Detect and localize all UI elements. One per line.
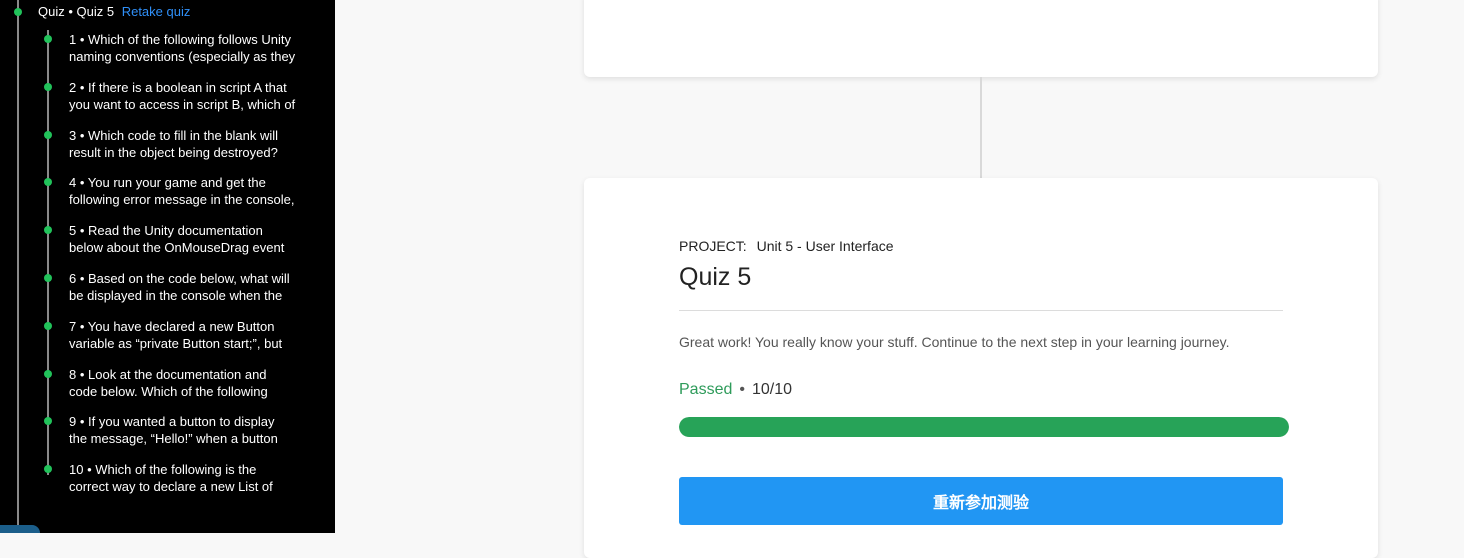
question-item-6[interactable]: 6 • Based on the code below, what will b…: [69, 270, 319, 304]
score-value: 10/10: [751, 381, 793, 398]
question-text-line: following error message in the console,: [69, 192, 295, 207]
question-text-line: the message, “Hello!” when a button: [69, 431, 278, 446]
timeline-line: [17, 0, 19, 533]
question-text-line: naming conventions (especially as they: [69, 49, 296, 64]
question-text-line: 9 • If you wanted a button to display: [69, 414, 275, 429]
project-label: PROJECT:: [679, 238, 747, 254]
question-text-line: variable as “private Button start;”, but: [69, 336, 283, 351]
question-text-line: 5 • Read the Unity documentation: [69, 223, 263, 238]
question-item-2[interactable]: 2 • If there is a boolean in script A th…: [69, 79, 319, 113]
question-status-dot: [44, 274, 52, 282]
quiz-header-label: Quiz • Quiz 5: [38, 4, 115, 19]
previous-step-card: [584, 0, 1378, 77]
question-status-dot: [44, 370, 52, 378]
question-text-line: 10 • Which of the following is the: [69, 462, 257, 477]
question-status-dot: [44, 131, 52, 139]
question-text-line: correct way to declare a new List of: [69, 479, 273, 494]
quiz-title: Quiz 5: [679, 263, 752, 291]
question-text-line: be displayed in the console when the: [69, 288, 283, 303]
quiz-status-dot: [14, 8, 22, 16]
question-text-line: result in the object being destroyed?: [69, 145, 278, 160]
question-text-line: 4 • You run your game and get the: [69, 175, 266, 190]
quiz-header: Quiz • Quiz 5 Retake quiz: [38, 4, 190, 20]
question-item-5[interactable]: 5 • Read the Unity documentation below a…: [69, 222, 319, 256]
question-status-dot: [44, 178, 52, 186]
sidebar-corner-badge: [0, 525, 40, 533]
question-item-3[interactable]: 3 • Which code to fill in the blank will…: [69, 127, 319, 161]
question-status-dot: [44, 226, 52, 234]
question-item-4[interactable]: 4 • You run your game and get the follow…: [69, 174, 319, 208]
title-divider: [679, 310, 1283, 311]
question-text-line: 7 • You have declared a new Button: [69, 319, 275, 334]
status-separator: •: [739, 381, 745, 398]
question-item-9[interactable]: 9 • If you wanted a button to display th…: [69, 413, 319, 447]
question-item-1[interactable]: 1 • Which of the following follows Unity…: [69, 31, 319, 65]
question-text-line: 3 • Which code to fill in the blank will: [69, 128, 279, 143]
retake-quiz-button[interactable]: 重新参加测验: [679, 477, 1283, 525]
question-text-line: 6 • Based on the code below, what will: [69, 271, 290, 286]
question-timeline-line: [47, 30, 49, 475]
question-status-dot: [44, 465, 52, 473]
question-text-line: code below. Which of the following: [69, 384, 268, 399]
question-status-dot: [44, 35, 52, 43]
question-item-8[interactable]: 8 • Look at the documentation and code b…: [69, 366, 319, 400]
question-item-10[interactable]: 10 • Which of the following is the corre…: [69, 461, 319, 495]
result-status-line: Passed • 10/10: [679, 381, 792, 399]
question-text-line: you want to access in script B, which of: [69, 97, 296, 112]
question-text-line: 1 • Which of the following follows Unity: [69, 32, 292, 47]
project-line: PROJECT: Unit 5 - User Interface: [679, 238, 894, 254]
question-text-line: 8 • Look at the documentation and: [69, 367, 267, 382]
quiz-sidebar: Quiz • Quiz 5 Retake quiz 1 • Which of t…: [0, 0, 335, 533]
result-message: Great work! You really know your stuff. …: [679, 334, 1230, 350]
quiz-result-card: PROJECT: Unit 5 - User Interface Quiz 5 …: [584, 178, 1378, 558]
question-status-dot: [44, 83, 52, 91]
score-progress-bar: [679, 417, 1289, 437]
score-progress-fill: [679, 417, 1289, 437]
question-text-line: 2 • If there is a boolean in script A th…: [69, 80, 287, 95]
project-name: Unit 5 - User Interface: [756, 238, 894, 254]
question-text-line: below about the OnMouseDrag event: [69, 240, 285, 255]
question-item-7[interactable]: 7 • You have declared a new Button varia…: [69, 318, 319, 352]
question-status-dot: [44, 417, 52, 425]
step-connector-line: [980, 77, 982, 178]
question-status-dot: [44, 322, 52, 330]
status-passed-label: Passed: [679, 381, 733, 398]
retake-quiz-link[interactable]: Retake quiz: [122, 4, 191, 19]
